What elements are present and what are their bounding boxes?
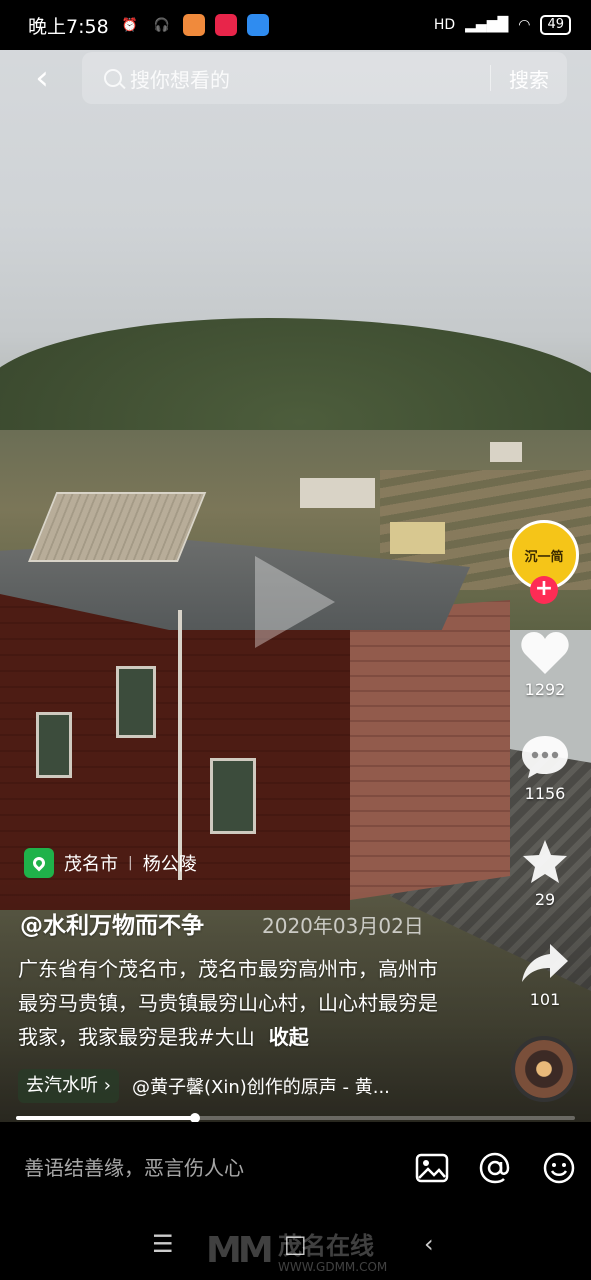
hd-signal-icon: HD [433, 17, 456, 33]
window [210, 758, 256, 834]
progress-fill [16, 1116, 195, 1120]
app-notification-icon [182, 14, 205, 36]
location-pin-icon [24, 848, 54, 878]
distant-house [390, 522, 445, 554]
search-bar[interactable]: 搜你想看的 搜索 [82, 52, 567, 104]
author-name[interactable]: @水利万物而不争 [20, 906, 204, 940]
comment-button[interactable]: 1156 [515, 734, 575, 803]
video-app-icon [214, 14, 237, 36]
location-separator: | [128, 855, 133, 871]
caption-text: 广东省有个茂名市，茂名市最穷高州市，高州市最穷马贵镇，马贵镇最穷山心村，山心村最… [18, 957, 438, 1049]
solar-water-heater [28, 492, 207, 562]
wifi-icon: ◠ [518, 17, 531, 33]
image-icon[interactable] [414, 1150, 450, 1186]
emoji-icon[interactable] [541, 1150, 577, 1186]
menu-nav-icon[interactable]: ☰ [152, 1230, 174, 1258]
search-icon [104, 69, 122, 87]
share-button[interactable]: 101 [515, 942, 575, 1009]
battery-icon: 49 [540, 15, 571, 35]
like-button[interactable]: 1292 [515, 630, 575, 699]
favorite-count: 29 [534, 890, 556, 909]
comment-count: 1156 [524, 784, 566, 803]
status-right: HD ▂▄▆█ ◠ 49 [434, 15, 571, 35]
signal-icon: ▂▄▆█ [465, 17, 509, 33]
watermark: MM 茂名在线 WWW.GDMM.COM [206, 1226, 406, 1276]
watermark-name: 茂名在线 [278, 1232, 374, 1260]
status-bar: 晚上7:58 ⏰ 🎧 HD ▂▄▆█ ◠ 49 [0, 0, 591, 50]
comment-input[interactable]: 善语结善缘，恶言伤人心 [24, 1152, 244, 1181]
back-nav-icon[interactable]: ‹ [424, 1230, 434, 1258]
post-caption: 广东省有个茂名市，茂名市最穷高州市，高州市最穷马贵镇，马贵镇最穷山心村，山心村最… [18, 952, 438, 1054]
post-date: 2020年03月02日 [262, 914, 424, 938]
play-icon[interactable] [255, 556, 335, 648]
back-button[interactable]: ‹ [22, 60, 62, 100]
favorite-button[interactable]: 29 [515, 838, 575, 909]
watermark-logo: MM [206, 1230, 274, 1271]
music-title[interactable]: @黄子馨(Xin)创作的原声 - 黄... [132, 1073, 390, 1099]
window [116, 666, 156, 738]
location-tag[interactable]: 茂名市 | 杨公陵 [24, 848, 197, 878]
comment-icon [522, 736, 568, 778]
headphones-icon: 🎧 [153, 17, 170, 33]
music-disc[interactable] [511, 1036, 577, 1102]
distant-house [490, 442, 522, 462]
music-app-link[interactable]: 去汽水听 › [18, 1069, 119, 1103]
window [36, 712, 72, 778]
share-icon [522, 944, 568, 982]
like-count: 1292 [524, 680, 566, 699]
share-count: 101 [529, 990, 561, 1009]
collapse-button[interactable]: 收起 [269, 1025, 309, 1049]
location-city: 茂名市 [64, 854, 118, 875]
search-button[interactable]: 搜索 [491, 64, 567, 93]
distant-house [300, 478, 375, 508]
search-input[interactable]: 搜你想看的 [130, 64, 490, 93]
alarm-icon: ⏰ [121, 17, 138, 33]
system-nav-bar: ☰ □ ‹ MM 茂名在线 WWW.GDMM.COM [0, 1212, 591, 1280]
follow-button[interactable]: + [530, 576, 558, 604]
location-place: 杨公陵 [142, 854, 197, 875]
status-time: 晚上7:58 [28, 15, 109, 38]
watermark-url: WWW.GDMM.COM [278, 1260, 388, 1274]
star-icon [523, 840, 567, 883]
brick-wall-side [350, 600, 510, 900]
comment-bar: 善语结善缘，恶言伤人心 [0, 1122, 591, 1212]
message-app-icon [246, 14, 269, 36]
drain-pipe [178, 610, 182, 880]
heart-icon [521, 632, 569, 674]
mention-icon[interactable] [477, 1150, 513, 1186]
progress-bar[interactable] [16, 1113, 575, 1123]
